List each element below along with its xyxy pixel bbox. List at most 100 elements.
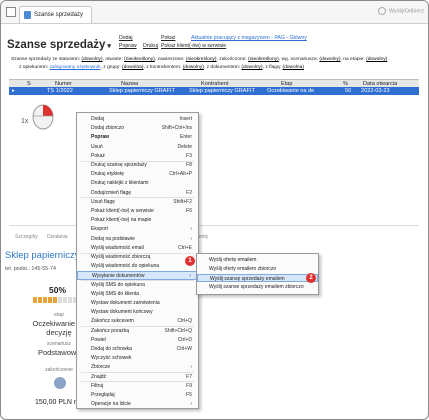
menu-item[interactable]: Zbiorcze › [77,363,198,371]
submenu-item[interactable]: Wyślij szansę sprzedaży emailem [197,274,318,283]
menu-item-shortcut: › [190,364,192,371]
menu-item[interactable]: Znajdź F7 [77,373,198,381]
menu-item[interactable]: Wystaw dokument końcowy [77,308,198,316]
menu-item-label: Wystaw dokument końcowy [91,309,153,316]
menu-item-label: Wyślij wiadomość zbiorczą [91,254,151,260]
tab-activities[interactable]: Działania [47,234,68,240]
menu-item-shortcut: Delete [177,143,192,150]
filter-stage[interactable]: (dowolny) [366,57,387,62]
menu-item-shortcut: F7 [186,373,192,380]
detail-phone: tel. podst.: 145-55-74 [5,266,56,272]
tab-label: Szanse sprzedaży [34,12,84,18]
filter-status[interactable]: (dowolny) [81,57,102,62]
col-number[interactable]: Numer [55,81,72,87]
menu-item-shortcut: F2 [186,189,192,196]
menu-item[interactable]: Eksport › [77,225,198,233]
filter-owner[interactable]: zalogowany użytkownik [49,65,100,70]
tab-szanse-sprzedazy[interactable]: Szanse sprzedaży [19,6,93,23]
submenu-item[interactable]: Wyślij oferty emailem zbiorczo [197,265,318,273]
filter-scenario[interactable]: (dowolny) [319,57,340,62]
filter-flag[interactable]: (dowolna) [282,65,303,70]
menu-item[interactable]: Powiel Ctrl+D [77,336,198,344]
filter-group[interactable]: (dowolna) [122,65,143,70]
menu-item[interactable]: Wyślij wiadomość zbiorczą [77,253,198,261]
col-contractor[interactable]: Kontrahent [201,81,228,87]
title-bar: Szanse sprzedaży Wyślij/Odbierz [1,1,428,24]
menu-item-label: Zakończ sukcesem [91,318,134,325]
submenu-item[interactable]: Wyślij ofertę emailem [197,256,318,264]
menu-item[interactable]: Popraw Enter [77,133,198,141]
submenu-item[interactable]: Wyślij szanse sprzedaży emailem zbiorczo [197,283,318,291]
menu-item[interactable]: Usuń Delete [77,143,198,151]
col-open-date[interactable]: Data otwarcia [363,81,397,87]
menu-item-label: Drukuj naklejki z klientami [91,180,149,187]
context-menu: Dodaj Insert Dodaj zbiorczo Shift+Ctrl+Ins P… [76,112,199,409]
menu-item[interactable]: Dodaj zbiorczo Shift+Ctrl+Ins [77,124,198,132]
menu-item-label: Pokaż klient(-ów) na mapie [91,217,152,224]
menu-item[interactable]: Drukuj etykietę Ctrl+Alt+P [77,170,198,178]
menu-item-label: Dodaj [91,116,105,122]
menu-item-shortcut: › [190,401,192,408]
menu-item-label: Filtruj [91,382,104,389]
menu-item[interactable]: Wyczyść schowek [77,354,198,362]
menu-item-label: Dodaj zbiorczo [91,125,125,132]
menu-item-shortcut: Ctrl+E [177,244,192,251]
menu-item-label: Znajdź [91,373,107,380]
menu-item[interactable]: Filtruj F9 [77,382,198,390]
menu-item[interactable]: Pokaż klient(-ów) w serwisie F6 [77,207,198,215]
menu-item[interactable]: Wyślij SMS do opiekuna [77,281,198,289]
menu-item[interactable]: Operacje na liście › [77,400,198,408]
link-add[interactable]: Dodaj [119,34,133,42]
menu-item-label: Usuń [91,143,103,150]
link-edit[interactable]: Popraw [119,42,137,50]
filter-line-1: Szanse sprzedaży ze statusem: (dowolny),… [11,57,388,62]
sync-icon [378,7,387,15]
menu-item[interactable]: Dodaj Insert [77,115,198,123]
menu-item-label: Pokaż [91,152,105,159]
menu-item[interactable]: Przeglądaj F5 [77,391,198,399]
submenu-send-documents: Wyślij ofertę emailem Wyślij oferty email… [196,253,319,295]
svg-text:1x: 1x [21,118,29,125]
menu-item[interactable]: Zakończ sukcesem Ctrl+Q [77,317,198,325]
link-print[interactable]: Drukuj [143,42,158,50]
menu-item[interactable]: Pokaż klient(-ów) na mapie [77,216,198,224]
menu-item[interactable]: Wyślij wiadomość do opiekuna [77,262,198,270]
menu-item-label: Eksport [91,226,108,233]
col-name[interactable]: Nazwa [121,81,138,87]
menu-item[interactable]: Usuń flagę Shift+F2 [77,198,198,206]
menu-item-shortcut: › [190,226,192,233]
menu-item[interactable]: Drukuj naklejki z klientami [77,179,198,187]
link-show-in-service[interactable]: Pokaż klient(-ów) w serwisie [161,42,226,50]
menu-item[interactable]: Dodaj do schowka Ctrl+W [77,345,198,353]
right-click-mouse-icon: 1x [21,104,54,130]
link-show[interactable]: Pokaż [161,34,175,42]
col-status[interactable]: S [27,81,31,87]
menu-item[interactable]: Wysyłanie dokumentów › [77,271,198,280]
filter-closed[interactable]: (nieokreślony) [248,57,279,62]
filter-contractor[interactable]: (dowolny) [183,65,204,70]
menu-item[interactable]: Wyślij SMS do klienta [77,290,198,298]
link-warehouse[interactable]: Aktualnie pracujący z magazynem - PAG - … [191,34,307,42]
menu-item-label: Dodaj do schowka [91,346,132,352]
menu-item[interactable]: Zakończ porażką Shift+Ctrl+Q [77,327,198,335]
page-title[interactable]: Szanse sprzedaży ▾ [7,39,111,51]
menu-item-shortcut: Insert [179,116,192,122]
menu-item[interactable]: Dodaj/zmień flagę F2 [77,189,198,197]
menu-item[interactable]: Dodaj na podstawie › [77,235,198,243]
col-percent[interactable]: % [343,81,348,87]
menu-item-label: Drukuj szansę sprzedaży [91,162,147,168]
tab-details[interactable]: Szczegóły [15,234,38,240]
submenu-item-label: Wyślij szanse sprzedaży emailem zbiorczo [209,284,304,290]
filter-suspended[interactable]: (nieokreślony) [186,57,217,62]
filter-document[interactable]: (dowolny) [241,65,262,70]
filter-open[interactable]: (nieokreślony) [124,57,155,62]
menu-item[interactable]: Wystaw dokument zamówienia [77,299,198,307]
menu-item[interactable]: Wyślij wiadomość email Ctrl+E [77,244,198,252]
col-stage[interactable]: Etap [281,81,293,87]
menu-item[interactable]: Pokaż F3 [77,152,198,160]
menu-item[interactable]: Drukuj szansę sprzedaży F8 [77,161,198,169]
table-row[interactable]: ▸ TS 1/2022 Sklep papierniczy GRAFIT Skl… [9,87,419,95]
send-receive-button[interactable]: Wyślij/Odbierz [378,7,424,15]
menu-item-shortcut: Enter [180,134,192,141]
menu-item-label: Dodaj/zmień flagę [91,189,132,196]
